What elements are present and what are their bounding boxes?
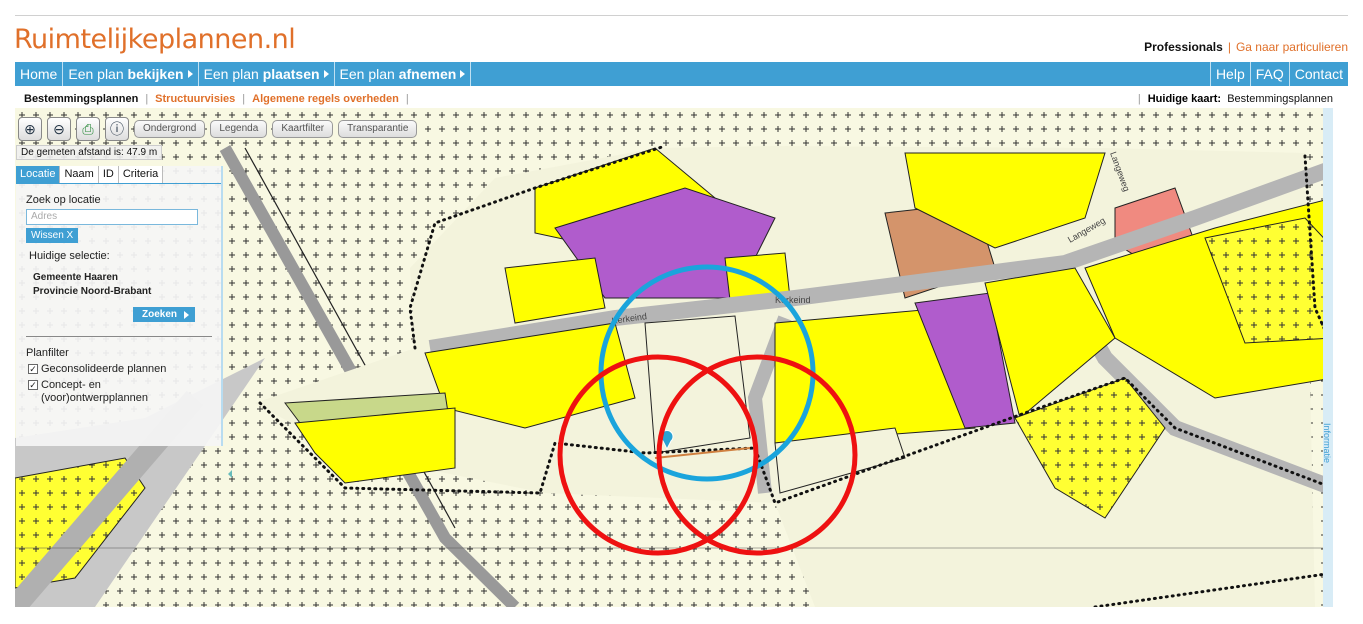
collapse-left-icon[interactable]: [228, 470, 232, 478]
subnav-separator: |: [242, 93, 246, 105]
search-panel: Locatie Naam ID Criteria Zoek op locatie…: [16, 166, 232, 478]
particulieren-link[interactable]: Ga naar particulieren: [1236, 40, 1348, 54]
nav-label-bold: plaatsen: [262, 66, 320, 82]
nav-plan-bekijken[interactable]: Een plan bekijken: [63, 62, 199, 86]
current-map-value: Bestemmingsplannen: [1227, 93, 1333, 105]
checkbox-checked-icon[interactable]: ✓: [28, 380, 38, 390]
nav-label-pre: Een plan: [68, 66, 128, 82]
nav-plan-afnemen[interactable]: Een plan afnemen: [335, 62, 472, 86]
main-nav-right: Help FAQ Contact: [1209, 62, 1348, 86]
nav-label-pre: Een plan: [203, 66, 263, 82]
planfilter-label: Planfilter: [26, 347, 69, 359]
map-toolbar: ⊕ ⊖ ⎙ ⓘ Ondergrond Legenda Kaartfilter T…: [18, 117, 418, 141]
arrow-right-icon: [460, 70, 466, 78]
panel-tabs: Locatie Naam ID Criteria: [16, 166, 221, 184]
address-input[interactable]: Adres: [26, 209, 198, 225]
zoom-out-icon: ⊖: [53, 120, 65, 137]
nav-home[interactable]: Home: [15, 62, 64, 86]
tab-naam[interactable]: Naam: [60, 166, 99, 183]
kaartfilter-button[interactable]: Kaartfilter: [272, 120, 334, 138]
sub-nav: Bestemmingsplannen | Structuurvisies | Algem…: [15, 90, 1348, 108]
top-links: Professionals | Ga naar particulieren: [1144, 40, 1348, 54]
selection-provincie: Provincie Noord-Brabant: [33, 286, 152, 297]
site-logo[interactable]: Ruimtelijkeplannen.nl: [14, 24, 296, 55]
nav-contact[interactable]: Contact: [1288, 62, 1348, 86]
subnav-algemene-regels[interactable]: Algemene regels overheden: [252, 93, 399, 105]
transparantie-button[interactable]: Transparantie: [338, 120, 418, 138]
print-button[interactable]: ⎙: [76, 117, 100, 141]
legenda-button[interactable]: Legenda: [210, 120, 268, 138]
selection-label: Huidige selectie:: [29, 250, 110, 262]
search-button[interactable]: Zoeken: [133, 307, 195, 322]
subnav-separator: |: [405, 93, 409, 105]
print-icon: ⎙: [82, 120, 94, 137]
current-map: | Huidige kaart: Bestemmingsplannen: [1131, 93, 1333, 105]
ondergrond-button[interactable]: Ondergrond: [134, 120, 206, 138]
page: Ruimtelijkeplannen.nl Professionals | Ga n…: [0, 0, 1363, 624]
zoom-in-button[interactable]: ⊕: [18, 117, 42, 141]
nav-faq[interactable]: FAQ: [1249, 62, 1289, 86]
arrow-right-icon: [184, 311, 189, 319]
search-label: Zoek op locatie: [26, 194, 101, 206]
nav-label-bold: bekijken: [127, 66, 184, 82]
nav-label-bold: afnemen: [398, 66, 457, 82]
search-button-label: Zoeken: [142, 309, 178, 320]
arrow-right-icon: [323, 70, 329, 78]
zoom-out-button[interactable]: ⊖: [47, 117, 71, 141]
sub-nav-left: Bestemmingsplannen | Structuurvisies | Algem…: [24, 93, 416, 105]
filter-label: Geconsolideerde plannen: [41, 363, 167, 375]
filter-concept[interactable]: ✓ Concept- en: [28, 379, 101, 391]
nav-label-pre: Een plan: [339, 66, 399, 82]
filter-label-cont: (voor)ontwerpplannen: [41, 392, 149, 404]
zoom-in-icon: ⊕: [24, 120, 36, 137]
info-side-tab[interactable]: Informatie: [1322, 108, 1333, 607]
tab-locatie[interactable]: Locatie: [16, 166, 61, 183]
tab-criteria[interactable]: Criteria: [118, 166, 164, 183]
panel-divider: [26, 336, 212, 337]
info-icon: ⓘ: [110, 121, 124, 137]
nav-plan-plaatsen[interactable]: Een plan plaatsen: [199, 62, 335, 86]
subnav-separator: |: [145, 93, 149, 105]
filter-label: Concept- en: [41, 379, 101, 391]
subnav-separator: |: [1137, 93, 1141, 105]
measure-readout: De gemeten afstand is: 47.9 m: [16, 145, 163, 160]
current-map-label: Huidige kaart:: [1147, 93, 1222, 105]
filter-geconsolideerd[interactable]: ✓ Geconsolideerde plannen: [28, 363, 166, 375]
top-separator: |: [1227, 40, 1231, 54]
tab-id[interactable]: ID: [98, 166, 119, 183]
professionals-label: Professionals: [1144, 40, 1223, 54]
selection-gemeente: Gemeente Haaren: [33, 272, 119, 283]
subnav-structuurvisies[interactable]: Structuurvisies: [155, 93, 235, 105]
main-nav: Home Een plan bekijken Een plan plaatsen…: [15, 62, 1348, 86]
arrow-right-icon: [187, 70, 193, 78]
info-tab-label: Informatie: [1322, 422, 1333, 464]
clear-button[interactable]: Wissen X: [26, 228, 79, 243]
main-nav-left: Home Een plan bekijken Een plan plaatsen…: [15, 62, 472, 86]
info-button[interactable]: ⓘ: [105, 117, 129, 141]
checkbox-checked-icon[interactable]: ✓: [28, 364, 38, 374]
subnav-bestemmingsplannen[interactable]: Bestemmingsplannen: [24, 93, 138, 105]
nav-help[interactable]: Help: [1209, 62, 1250, 86]
